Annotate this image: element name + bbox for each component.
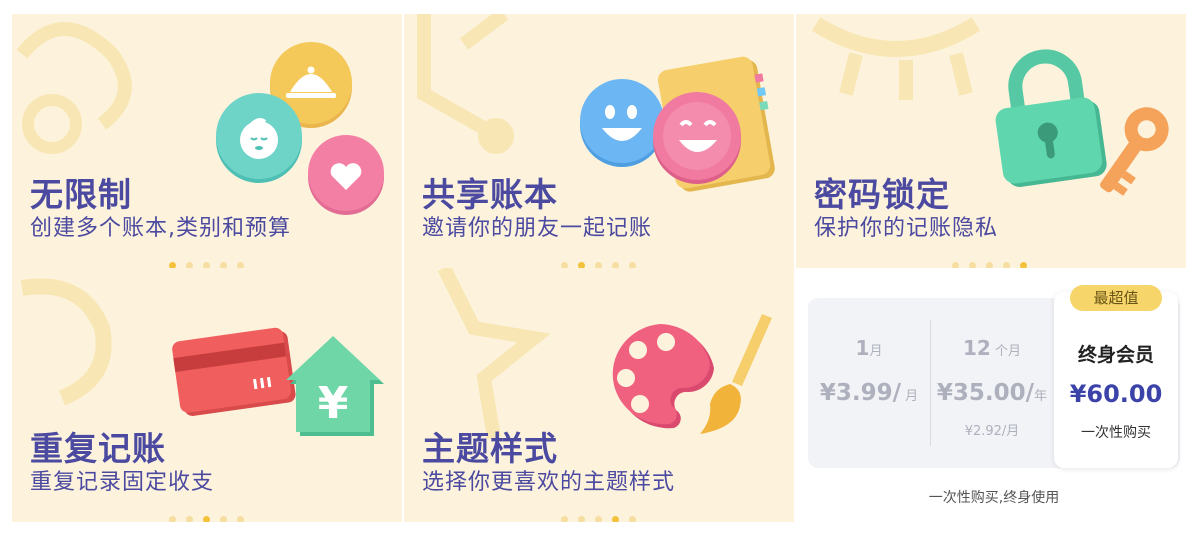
plan-lifetime[interactable]: 最超值 终身会员 ¥60.00 一次性购买	[1054, 285, 1178, 468]
baby-face-icon	[216, 93, 302, 183]
heart-icon	[308, 135, 384, 215]
feature-card-unlimited: 无限制 创建多个账本,类别和预算	[12, 14, 402, 268]
page-dot	[561, 516, 568, 522]
plan-yearly[interactable]: 12 个月 ¥35.00/年 ¥2.92/月	[930, 298, 1054, 468]
credit-card-icon	[172, 327, 296, 416]
best-value-badge: 最超值	[1070, 285, 1162, 311]
page-dot	[595, 516, 602, 522]
feature-title: 重复记账	[30, 429, 166, 468]
plan-note: 一次性购买	[1081, 425, 1151, 441]
pricing-footnote: 一次性购买,终身使用	[928, 490, 1060, 506]
svg-text:¥: ¥	[318, 378, 349, 429]
page-dot	[169, 516, 176, 522]
page-dot	[237, 516, 244, 522]
yuan-house-icon: ¥	[286, 336, 384, 436]
page-dot	[186, 516, 193, 522]
plan-name: 终身会员	[1077, 344, 1154, 366]
feature-card-shared-ledger: 共享账本 邀请你的朋友一起记账	[404, 14, 794, 268]
feature-title: 密码锁定	[814, 175, 950, 214]
feature-title: 无限制	[30, 175, 132, 214]
feature-subtitle: 选择你更喜欢的主题样式	[422, 470, 676, 495]
feature-card-recurring: ¥ 重复记账 重复记录固定收支	[12, 268, 402, 522]
plan-duration: 12 个月	[963, 336, 1021, 360]
page-dot	[612, 516, 619, 522]
page-dot	[203, 516, 210, 522]
page-dot	[220, 516, 227, 522]
feature-card-password-lock: 密码锁定 保护你的记账隐私	[796, 14, 1186, 268]
plan-price: ¥3.99/ 月	[819, 380, 919, 406]
smiley-face-icon	[653, 92, 741, 184]
page-indicator	[561, 516, 636, 522]
feature-subtitle: 邀请你的朋友一起记账	[422, 216, 653, 241]
feature-subtitle: 重复记录固定收支	[30, 470, 215, 495]
pricing-section: 1月 ¥3.99/ 月 12 个月 ¥35.00/年 ¥2.92/月 最超值 终…	[796, 268, 1192, 522]
feature-title: 共享账本	[422, 175, 558, 214]
plan-price: ¥35.00/年	[936, 380, 1048, 406]
feature-subtitle: 创建多个账本,类别和预算	[30, 216, 291, 241]
plan-duration: 1月	[855, 336, 883, 360]
paintbrush-icon	[700, 314, 772, 434]
plan-price: ¥60.00	[1069, 380, 1163, 408]
page-indicator	[169, 516, 244, 522]
page-dot	[578, 516, 585, 522]
plan-monthly-equivalent: ¥2.92/月	[964, 424, 1020, 439]
page-dot	[629, 516, 636, 522]
key-icon	[1100, 107, 1169, 196]
feature-title: 主题样式	[422, 429, 558, 468]
plan-monthly[interactable]: 1月 ¥3.99/ 月	[808, 298, 930, 468]
feature-card-themes: 主题样式 选择你更喜欢的主题样式	[404, 268, 794, 522]
feature-subtitle: 保护你的记账隐私	[814, 216, 999, 241]
